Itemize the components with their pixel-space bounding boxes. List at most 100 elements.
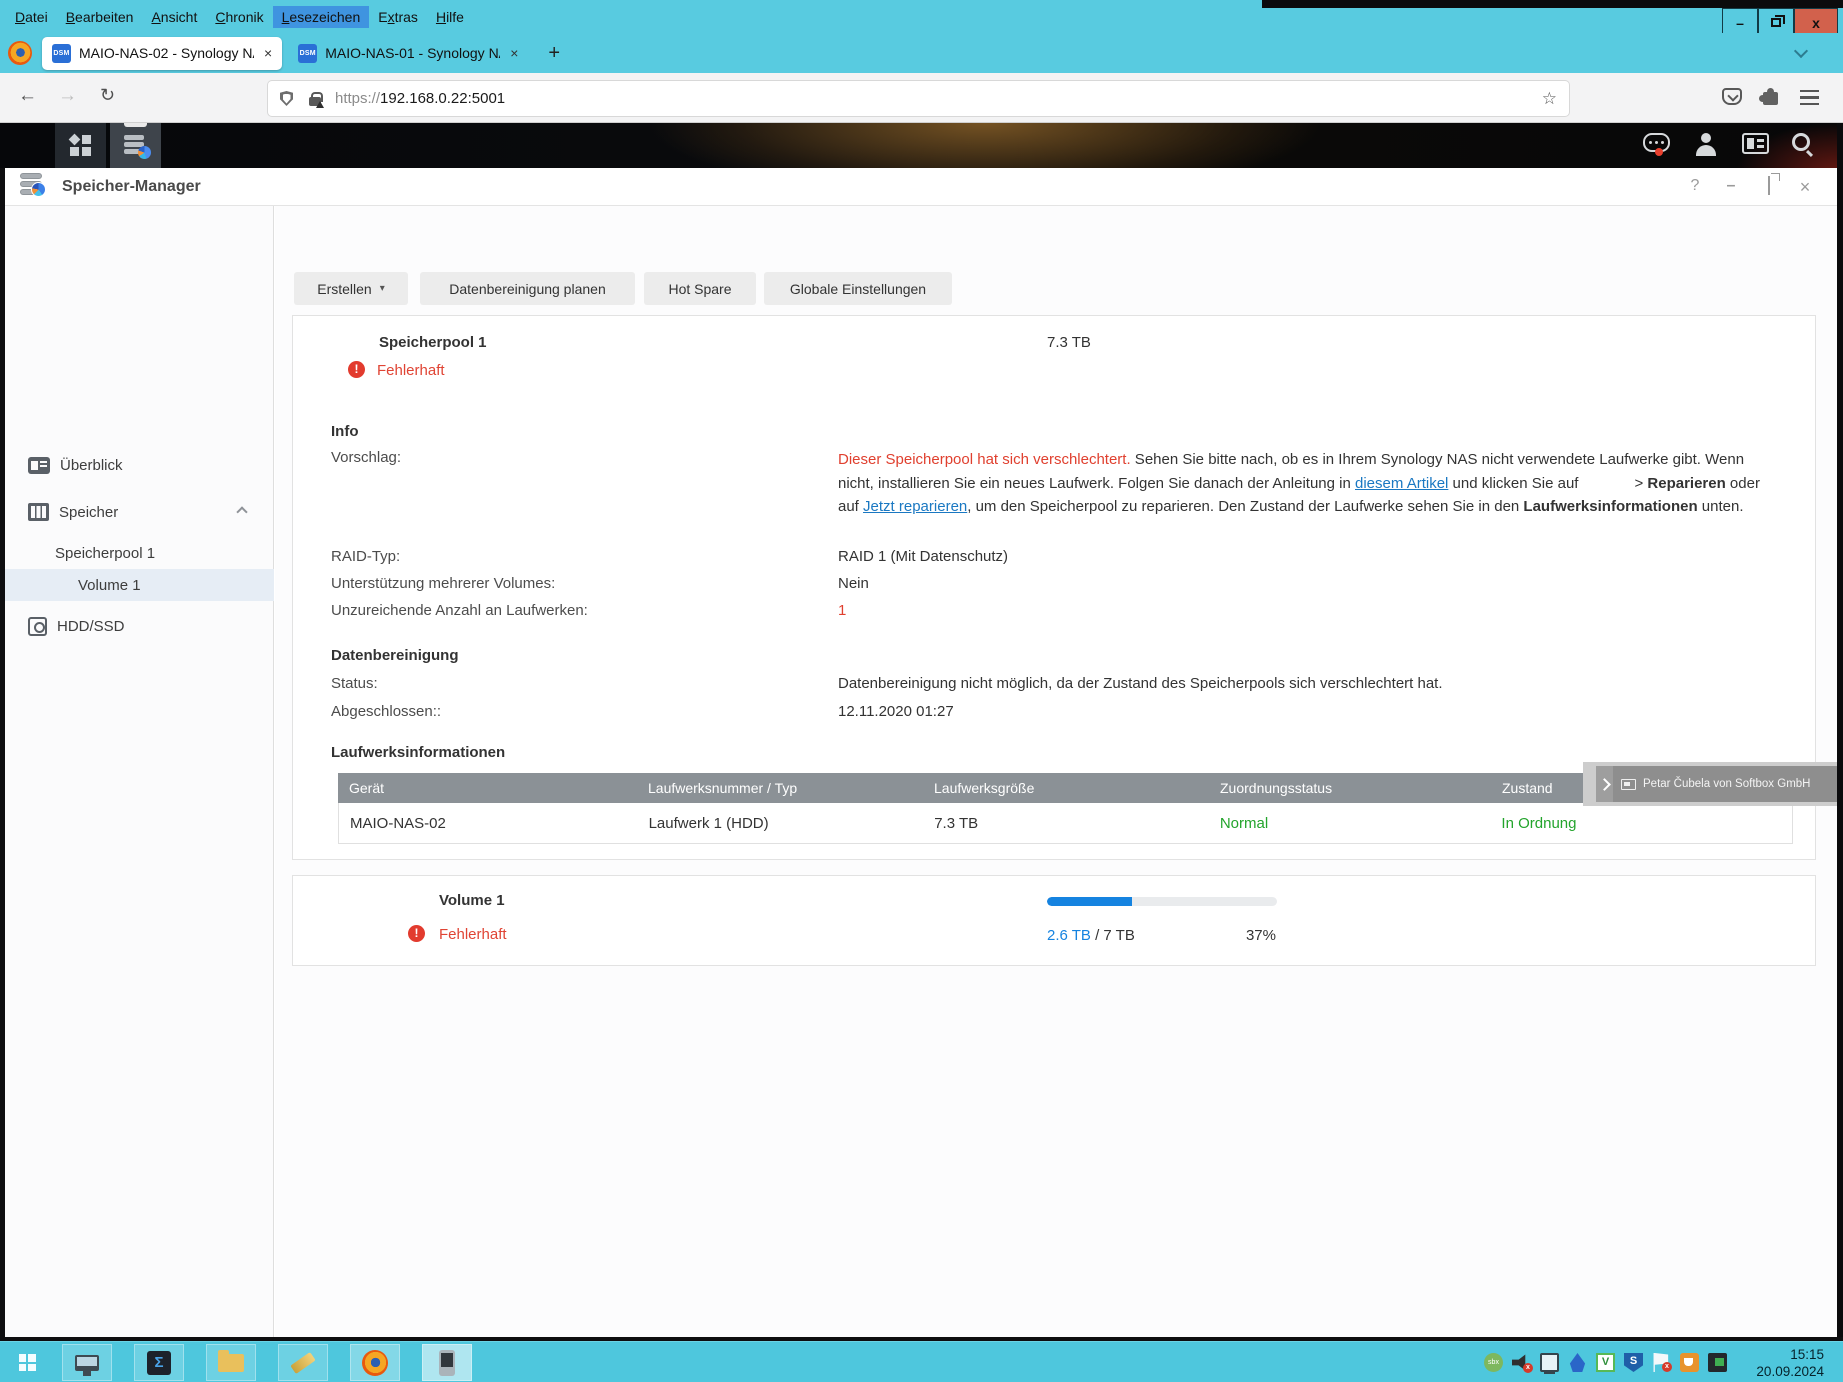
sidebar-item-hdd-ssd[interactable]: HDD/SSD (0, 608, 274, 644)
clock-time: 15:15 (1740, 1346, 1824, 1363)
taskbar-item-file-explorer[interactable] (206, 1344, 256, 1381)
pool-title: Speicherpool 1 (379, 334, 487, 351)
hot-spare-button[interactable]: Hot Spare (644, 272, 756, 305)
menu-bearbeiten[interactable]: Bearbeiten (57, 6, 143, 28)
global-settings-button[interactable]: Globale Einstellungen (764, 272, 952, 305)
scrub-status-value: Datenbereinigung nicht möglich, da der Z… (838, 675, 1443, 692)
new-tab-button[interactable]: + (534, 42, 574, 65)
taskbar-clock[interactable]: 15:15 20.09.2024 (1740, 1346, 1824, 1380)
cell-health-status: In Ordnung (1490, 815, 1792, 832)
tab-close-icon[interactable]: × (510, 45, 518, 61)
dsm-storage-manager-taskbar-button[interactable] (110, 123, 161, 168)
sidebar-item-label: Überblick (60, 457, 123, 474)
screen-edge-left (0, 168, 5, 1341)
multi-volume-label: Unterstützung mehrerer Volumes: (331, 575, 555, 592)
menu-ansicht[interactable]: Ansicht (142, 6, 206, 28)
article-link[interactable]: diesem Artikel (1355, 475, 1448, 492)
menu-lesezeichen[interactable]: Lesezeichen (273, 6, 370, 28)
back-button[interactable]: ← (18, 85, 37, 107)
menu-chronik[interactable]: Chronik (206, 6, 272, 28)
tracking-shield-icon[interactable] (280, 91, 293, 106)
scrub-finished-value: 12.11.2020 01:27 (838, 703, 954, 720)
error-badge-icon: ! (348, 361, 365, 378)
network-tray-icon[interactable] (1540, 1353, 1559, 1372)
sidebar-item-speicher[interactable]: Speicher (0, 494, 274, 530)
repair-now-link[interactable]: Jetzt reparieren (863, 498, 967, 515)
taskbar-item-desktop-app[interactable] (62, 1344, 112, 1381)
multi-volume-value: Nein (838, 575, 869, 592)
storage-manager-icon (124, 135, 148, 157)
bookmark-star-icon[interactable]: ☆ (1542, 89, 1557, 109)
pool-status: Fehlerhaft (377, 362, 445, 379)
storage-manager-window: Speicher-Manager ? – × Überblick Speiche… (0, 168, 1843, 1341)
app-restore-button[interactable] (1758, 177, 1780, 195)
taskbar-item-device-app[interactable] (422, 1344, 472, 1381)
data-scrubbing-heading: Datenbereinigung (331, 647, 459, 664)
softbox-tray-icon[interactable]: sbx (1484, 1353, 1503, 1372)
screen-edge-top (1262, 0, 1843, 8)
windows-taskbar: Σ sbx x V S x 15:15 20.09.2024 (0, 1341, 1843, 1382)
tab-maio-nas-02[interactable]: DSM MAIO-NAS-02 - Synology NAS × (42, 37, 282, 70)
tab-label: MAIO-NAS-01 - Synology NAS (325, 45, 500, 61)
screen: Datei Bearbeiten Ansicht Chronik Lesezei… (0, 0, 1843, 1382)
app-help-button[interactable]: ? (1684, 177, 1706, 195)
url-text[interactable]: https://192.168.0.22:5001 (335, 90, 505, 107)
notification-badge (1655, 148, 1663, 156)
app-minimize-button[interactable]: – (1720, 177, 1742, 195)
dsm-widgets-icon[interactable] (1742, 133, 1769, 154)
dsm-topbar (0, 123, 1843, 168)
taskbar-item-sigma-app[interactable]: Σ (134, 1344, 184, 1381)
col-zuordnungsstatus[interactable]: Zuordnungsstatus (1209, 780, 1491, 796)
forward-button[interactable]: → (58, 85, 77, 107)
list-all-tabs-chevron-icon[interactable] (1796, 46, 1807, 57)
sidebar-item-ueberblick[interactable]: Überblick (0, 447, 274, 483)
v-tray-icon[interactable]: V (1596, 1353, 1615, 1372)
scrub-status-label: Status: (331, 675, 378, 692)
display-tray-icon[interactable] (1708, 1353, 1727, 1372)
menu-hilfe[interactable]: Hilfe (427, 6, 473, 28)
dsm-main-menu-button[interactable] (55, 123, 106, 168)
start-button[interactable] (0, 1342, 54, 1382)
col-laufwerksgroesse[interactable]: Laufwerksgröße (923, 780, 1209, 796)
pocket-icon[interactable] (1722, 88, 1742, 105)
url-bar[interactable]: https://192.168.0.22:5001 ☆ (268, 81, 1569, 116)
dsm-user-icon[interactable] (1695, 133, 1719, 157)
chevron-up-icon[interactable] (236, 506, 247, 517)
tab-close-icon[interactable]: × (264, 45, 272, 61)
taskbar-item-firefox[interactable] (350, 1344, 400, 1381)
dsm-search-icon[interactable] (1792, 133, 1810, 151)
extensions-puzzle-icon[interactable] (1763, 92, 1778, 105)
shield-tray-icon[interactable]: S (1624, 1353, 1643, 1372)
collapse-chevron-icon[interactable] (1596, 766, 1613, 802)
drive-table-row[interactable]: MAIO-NAS-02 Laufwerk 1 (HDD) 7.3 TB Norm… (338, 803, 1793, 844)
screen-edge-right (1837, 123, 1843, 1341)
tab-maio-nas-01[interactable]: DSM MAIO-NAS-01 - Synology NAS × (288, 37, 528, 70)
volume-muted-icon[interactable]: x (1512, 1353, 1531, 1372)
schedule-data-scrubbing-button[interactable]: Datenbereinigung planen (420, 272, 635, 305)
overview-icon (28, 457, 50, 474)
insufficient-drives-value: 1 (838, 602, 846, 619)
sidebar-item-label: HDD/SSD (57, 618, 125, 635)
col-geraet[interactable]: Gerät (338, 780, 637, 796)
menu-datei[interactable]: Datei (6, 6, 57, 28)
sidebar-item-volume-1-selected[interactable]: Volume 1 (0, 569, 274, 601)
col-laufwerksnummer[interactable]: Laufwerksnummer / Typ (637, 780, 923, 796)
firefox-icon[interactable] (8, 41, 32, 65)
drive-table-header: Gerät Laufwerksnummer / Typ Laufwerksgrö… (338, 773, 1793, 803)
sidebar-item-label: Speicher (59, 504, 118, 521)
app-close-button[interactable]: × (1794, 177, 1816, 198)
cell-drive-size: 7.3 TB (923, 815, 1209, 832)
pen-tray-icon[interactable] (1568, 1353, 1587, 1372)
volume-usage-text: 2.6 TB / 7 TB (1047, 927, 1135, 944)
menu-extras[interactable]: Extras (369, 6, 427, 28)
reload-button[interactable]: ↻ (100, 85, 115, 106)
create-button[interactable]: Erstellen▾ (294, 272, 408, 305)
dsm-notifications-icon[interactable] (1643, 133, 1670, 152)
app-menu-hamburger-icon[interactable] (1800, 90, 1819, 109)
sidebar-item-speicherpool-1[interactable]: Speicherpool 1 (0, 538, 274, 568)
taskbar-item-pen-app[interactable] (278, 1344, 328, 1381)
java-tray-icon[interactable] (1680, 1353, 1699, 1372)
screen-share-icon (1621, 779, 1636, 790)
lock-warning-icon[interactable] (309, 97, 321, 106)
action-center-flag-icon[interactable]: x (1652, 1353, 1671, 1372)
